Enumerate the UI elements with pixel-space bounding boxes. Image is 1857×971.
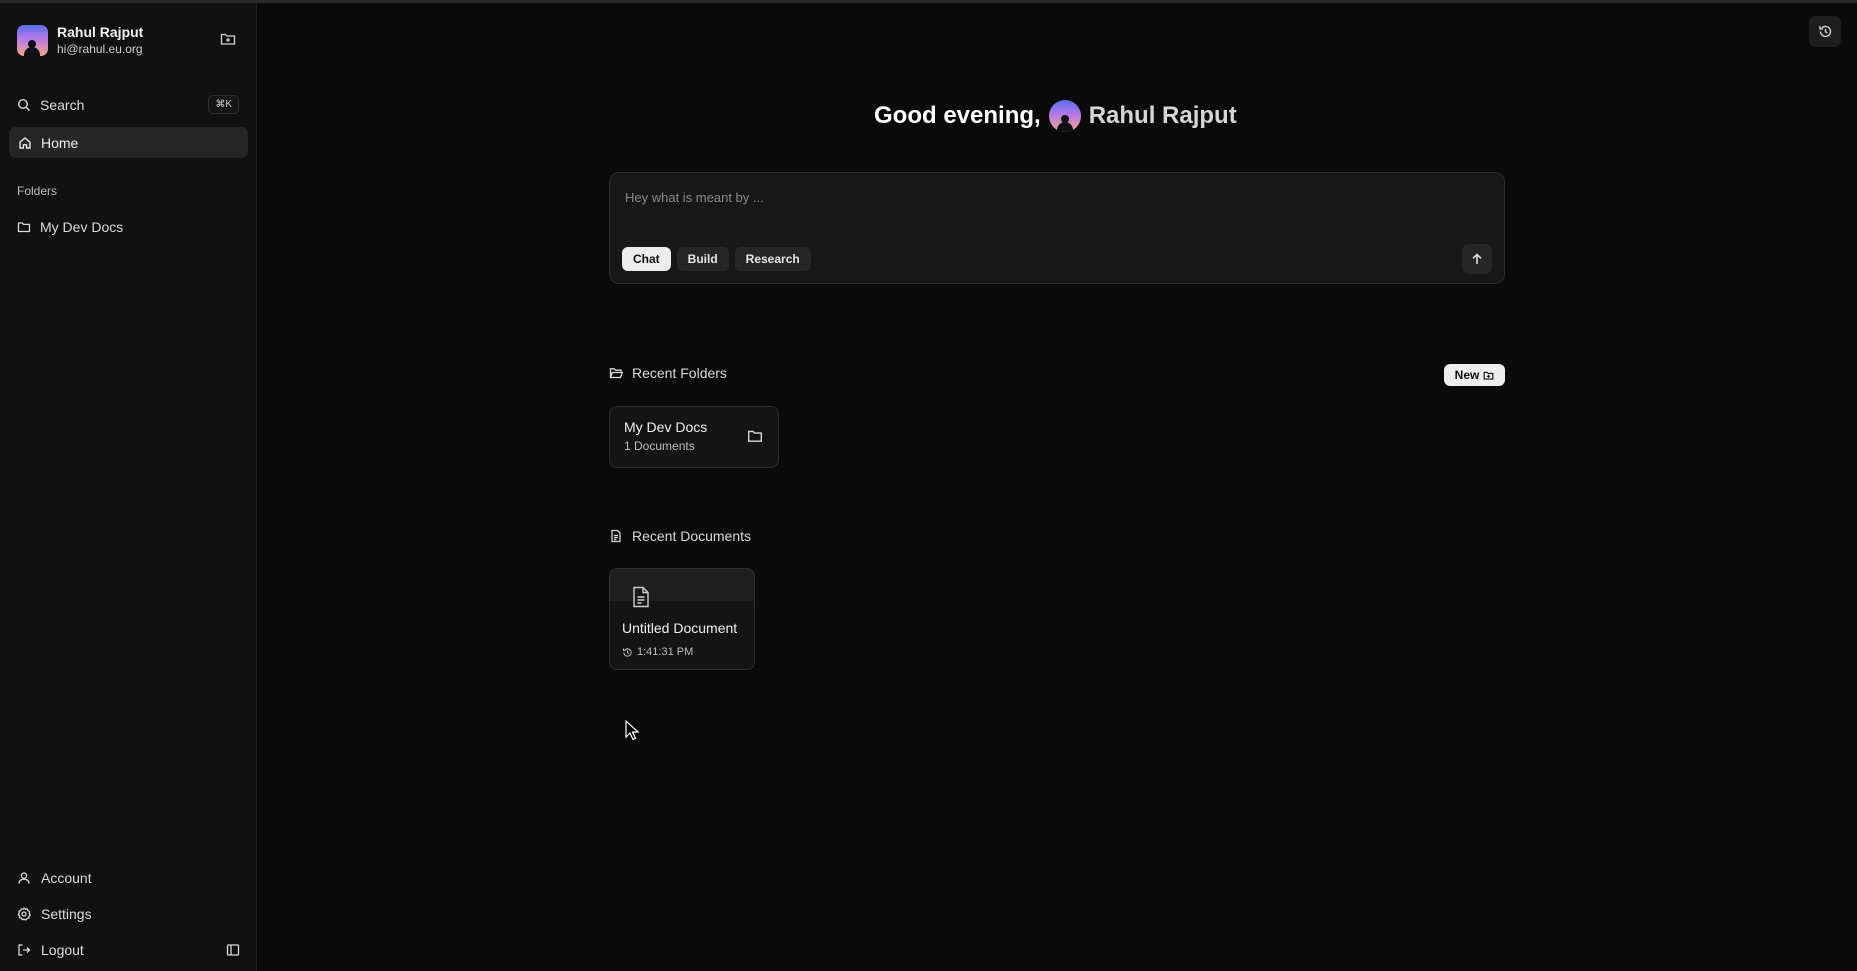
- prompt-input[interactable]: [625, 185, 1485, 209]
- sidebar: Rahul Rajput hi@rahul.eu.org Search ⌘K H…: [0, 3, 257, 971]
- search-label: Search: [40, 97, 85, 113]
- sidebar-item-settings[interactable]: Settings: [9, 900, 248, 928]
- search-shortcut: ⌘K: [208, 95, 239, 114]
- sidebar-item-logout[interactable]: Logout: [9, 936, 248, 964]
- document-icon: [633, 586, 649, 608]
- sidebar-item-label: My Dev Docs: [40, 219, 124, 235]
- sidebar-item-label: Settings: [41, 906, 92, 922]
- sidebar-item-label: Home: [41, 134, 79, 151]
- home-icon: [19, 136, 31, 149]
- send-button[interactable]: [1462, 244, 1492, 274]
- user-email: hi@rahul.eu.org: [57, 41, 143, 56]
- folders-section-label: Folders: [17, 184, 58, 198]
- user-profile[interactable]: Rahul Rajput hi@rahul.eu.org: [17, 20, 241, 60]
- greeting-text: Good evening,: [874, 102, 1041, 129]
- mode-chat-button[interactable]: Chat: [622, 247, 671, 271]
- search-icon: [17, 98, 30, 111]
- logout-icon: [18, 944, 31, 956]
- document-icon: [611, 529, 621, 543]
- folder-icon: [17, 222, 31, 233]
- new-folder-label: New: [1454, 368, 1480, 382]
- history-icon[interactable]: [1809, 16, 1841, 47]
- sidebar-item-label: Account: [41, 870, 92, 886]
- folder-open-icon: [609, 368, 623, 379]
- recent-documents-title: Recent Documents: [632, 528, 752, 544]
- document-card-time: 1:41:31 PM: [622, 646, 693, 658]
- greeting-name: Rahul Rajput: [1088, 102, 1237, 129]
- user-icon: [18, 872, 30, 884]
- arrow-up-icon: [1472, 253, 1482, 264]
- mode-selector: Chat Build Research: [622, 247, 811, 271]
- sidebar-item-account[interactable]: Account: [9, 864, 248, 892]
- history-icon: [622, 647, 632, 657]
- avatar: [17, 24, 48, 56]
- folder-plus-icon: [1483, 371, 1494, 380]
- sidebar-item-label: Logout: [41, 942, 84, 958]
- sidebar-item-my-dev-docs[interactable]: My Dev Docs: [9, 213, 248, 241]
- document-time-label: 1:41:31 PM: [637, 646, 694, 658]
- mode-research-button[interactable]: Research: [734, 247, 811, 271]
- greeting: Good evening, Rahul Rajput: [874, 96, 1237, 136]
- document-card-title: Untitled Document: [622, 620, 738, 636]
- sidebar-toggle-icon[interactable]: [222, 940, 244, 960]
- folder-icon: [748, 430, 762, 442]
- recent-documents-header: Recent Documents: [609, 528, 751, 544]
- folder-card-title: My Dev Docs: [624, 419, 708, 435]
- user-name: Rahul Rajput: [57, 23, 144, 40]
- search-button[interactable]: Search ⌘K: [9, 91, 248, 119]
- new-folder-icon[interactable]: [215, 27, 241, 51]
- new-folder-button[interactable]: New: [1444, 364, 1505, 386]
- greeting-avatar: [1048, 100, 1081, 132]
- folder-card[interactable]: My Dev Docs 1 Documents: [609, 406, 779, 468]
- chat-composer: Chat Build Research: [609, 172, 1505, 284]
- recent-folders-header: Recent Folders: [609, 365, 727, 381]
- mouse-cursor-icon: [625, 720, 639, 741]
- mode-build-button[interactable]: Build: [676, 247, 729, 271]
- gear-icon: [17, 907, 31, 921]
- document-card[interactable]: Untitled Document 1:41:31 PM: [609, 568, 755, 670]
- sidebar-item-home[interactable]: Home: [9, 127, 248, 158]
- folder-card-count: 1 Documents: [624, 439, 695, 453]
- recent-folders-title: Recent Folders: [632, 365, 727, 381]
- window-top-border: [0, 0, 1857, 3]
